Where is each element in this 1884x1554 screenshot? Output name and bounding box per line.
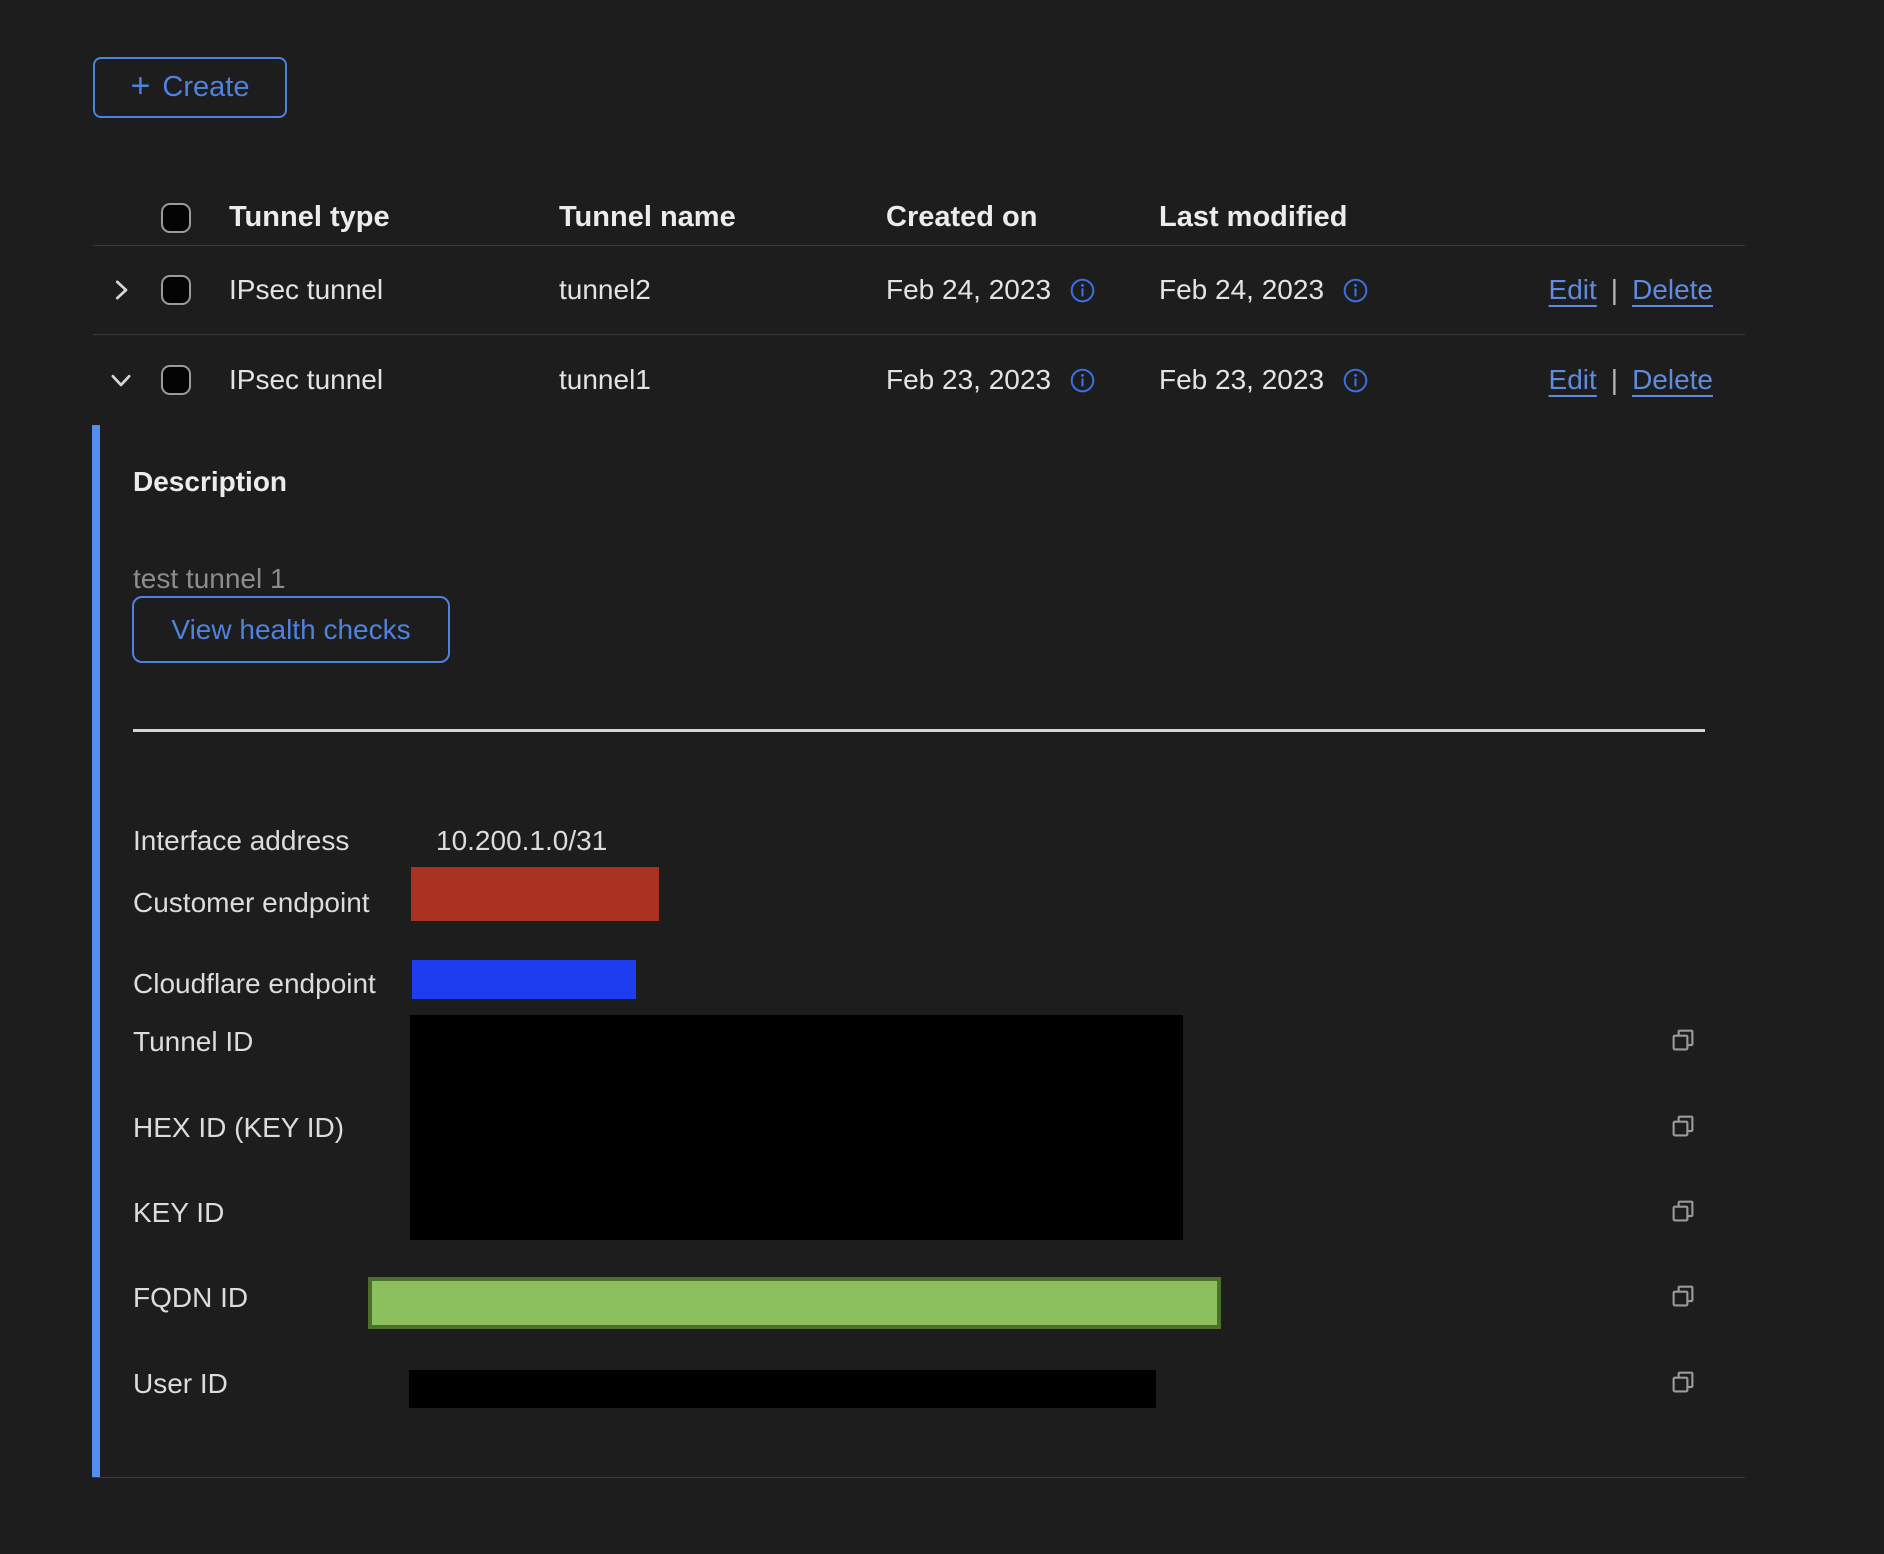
copy-icon — [1668, 1111, 1698, 1141]
expand-row-button[interactable] — [93, 275, 149, 305]
row-checkbox[interactable] — [161, 275, 191, 305]
delete-link[interactable]: Delete — [1632, 364, 1713, 396]
tunnels-page: + Create Tunnel type Tunnel name Created… — [0, 0, 1884, 1554]
copy-icon — [1668, 1025, 1698, 1055]
actions-separator: | — [1611, 364, 1618, 396]
created-on-cell: Feb 24, 2023 — [886, 274, 1051, 306]
column-header-tunnel-name: Tunnel name — [559, 201, 886, 234]
user-id-label: User ID — [133, 1368, 228, 1400]
tunnel-name-cell: tunnel1 — [559, 364, 886, 396]
info-icon[interactable] — [1069, 367, 1096, 394]
create-button-label: Create — [162, 71, 249, 104]
tunnel-id-redaction — [410, 1015, 1183, 1240]
copy-tunnel-id-button[interactable] — [1668, 1025, 1698, 1055]
chevron-down-icon — [106, 365, 136, 395]
description-value: test tunnel 1 — [133, 563, 286, 595]
edit-link[interactable]: Edit — [1549, 274, 1597, 306]
cloudflare-endpoint-label: Cloudflare endpoint — [133, 968, 376, 1000]
description-label: Description — [133, 466, 287, 498]
copy-icon — [1668, 1196, 1698, 1226]
chevron-right-icon — [106, 275, 136, 305]
view-health-checks-button[interactable]: View health checks — [132, 596, 450, 663]
table-row: IPsec tunnel tunnel1 Feb 23, 2023 Feb 23… — [93, 335, 1745, 425]
hex-id-label: HEX ID (KEY ID) — [133, 1112, 344, 1144]
tunnel-type-cell: IPsec tunnel — [229, 364, 559, 396]
user-id-redaction — [409, 1370, 1156, 1408]
section-divider — [133, 729, 1705, 732]
tunnel-id-label: Tunnel ID — [133, 1026, 253, 1058]
info-icon[interactable] — [1342, 367, 1369, 394]
create-button[interactable]: + Create — [93, 57, 287, 118]
edit-link[interactable]: Edit — [1549, 364, 1597, 396]
info-icon[interactable] — [1069, 277, 1096, 304]
last-modified-cell: Feb 23, 2023 — [1159, 364, 1324, 396]
expanded-row-accent-bar — [92, 425, 100, 1477]
delete-link[interactable]: Delete — [1632, 274, 1713, 306]
row-checkbox[interactable] — [161, 365, 191, 395]
key-id-label: KEY ID — [133, 1197, 224, 1229]
customer-endpoint-label: Customer endpoint — [133, 887, 370, 919]
copy-fqdn-id-button[interactable] — [1668, 1281, 1698, 1311]
column-header-created-on: Created on — [886, 201, 1159, 234]
last-modified-cell: Feb 24, 2023 — [1159, 274, 1324, 306]
copy-icon — [1668, 1281, 1698, 1311]
interface-address-label: Interface address — [133, 825, 349, 857]
copy-hex-id-button[interactable] — [1668, 1111, 1698, 1141]
created-on-cell: Feb 23, 2023 — [886, 364, 1051, 396]
info-icon[interactable] — [1342, 277, 1369, 304]
actions-separator: | — [1611, 274, 1618, 306]
collapse-row-button[interactable] — [93, 365, 149, 395]
column-header-last-modified: Last modified — [1159, 201, 1541, 234]
column-header-tunnel-type: Tunnel type — [229, 201, 559, 234]
plus-icon: + — [131, 69, 151, 103]
fqdn-id-label: FQDN ID — [133, 1282, 248, 1314]
interface-address-value: 10.200.1.0/31 — [436, 825, 607, 857]
table-row: IPsec tunnel tunnel2 Feb 24, 2023 Feb 24… — [93, 246, 1745, 335]
fqdn-id-redaction — [368, 1277, 1221, 1329]
tunnel-name-cell: tunnel2 — [559, 274, 886, 306]
tunnel-type-cell: IPsec tunnel — [229, 274, 559, 306]
cloudflare-endpoint-redaction — [412, 960, 636, 999]
table-header-row: Tunnel type Tunnel name Created on Last … — [93, 190, 1745, 246]
customer-endpoint-redaction — [411, 867, 659, 921]
copy-user-id-button[interactable] — [1668, 1367, 1698, 1397]
tunnels-table: Tunnel type Tunnel name Created on Last … — [93, 190, 1745, 425]
select-all-checkbox[interactable] — [161, 203, 191, 233]
tunnel-detail-panel: Description test tunnel 1 View health ch… — [93, 425, 1745, 1478]
copy-key-id-button[interactable] — [1668, 1196, 1698, 1226]
copy-icon — [1668, 1367, 1698, 1397]
